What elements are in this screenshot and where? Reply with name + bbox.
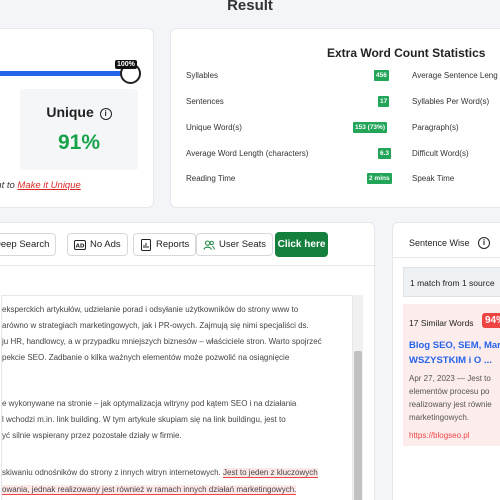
svg-text:AD: AD (76, 243, 85, 249)
match-snippet-line: marketingowych. (409, 413, 470, 422)
match-snippet-line: Apr 27, 2023 — Jest to (409, 374, 491, 383)
unique-score-box: Unique i 91% (20, 89, 138, 170)
match-snippet-line: realizowany jest równie (409, 400, 492, 409)
page-title: Result (227, 0, 273, 14)
make-unique-prefix: ent to (0, 180, 15, 191)
text-segment: skiwaniu odnośników do strony z innych w… (2, 468, 221, 477)
stat-syllables-label: Syllables (186, 71, 219, 80)
text-line: arówno w strategiach marketingowych, jak… (2, 321, 309, 330)
match-percent-badge: 94% (482, 313, 500, 328)
click-here-button[interactable]: Click here (275, 232, 328, 257)
no-ads-label: No Ads (90, 239, 121, 250)
unique-percentage: 91% (57, 131, 101, 154)
stat-syllables-value: 456 (374, 70, 389, 81)
text-line: yć silnie wspierany przez pozostałe dzia… (2, 431, 182, 440)
text-line-highlighted: owania, jednak realizowany jest również … (2, 482, 297, 497)
users-icon (203, 239, 215, 251)
reports-button[interactable]: Reports (133, 233, 197, 256)
user-seats-label: User Seats (219, 239, 266, 250)
match-source-title[interactable]: Blog SEO, SEM, Mark WSZYSTKIM i O ... (409, 338, 500, 368)
sentence-wise-title-text: Sentence Wise (409, 238, 470, 248)
toolbar-divider (0, 265, 376, 266)
text-scrollbar-thumb[interactable] (354, 351, 362, 500)
info-icon[interactable]: i (99, 108, 112, 120)
plagiarism-highlight[interactable]: Jest to jeden z kluczowych (223, 468, 318, 478)
reports-label: Reports (156, 239, 190, 250)
report-icon (140, 238, 152, 251)
match-result-card[interactable]: 17 Similar Words 94% Blog SEO, SEM, Mark… (403, 304, 500, 446)
stat-avg-word-length-value: 6.3 (378, 148, 392, 159)
stat-syllables-per-word-label: Syllables Per Word(s) (412, 97, 490, 106)
match-snippet-line: elementów procesu po (409, 387, 490, 396)
stat-paragraphs-label: Paragraph(s) (412, 123, 459, 132)
stat-reading-time-label: Reading Time (186, 174, 236, 183)
deep-search-button[interactable]: Deep Search (0, 233, 57, 256)
match-snippet: Apr 27, 2023 — Jest to elementów procesu… (409, 372, 492, 424)
unique-label: Unique i (20, 104, 138, 120)
stat-unique-words-label: Unique Word(s) (186, 123, 242, 132)
stat-sentences-value: 17 (378, 96, 390, 107)
info-icon[interactable]: i (478, 237, 491, 249)
uniqueness-card: 100% Unique i 91% ent to Make it Unique (0, 28, 154, 208)
text-line: ju HR, handlowcy, a w przypadku mniejszy… (2, 337, 322, 346)
stats-title: Extra Word Count Statistics (327, 46, 486, 60)
user-seats-button[interactable]: User Seats (196, 233, 273, 256)
match-summary: 1 match from 1 source (403, 267, 500, 297)
similar-words-count: 17 Similar Words (409, 318, 474, 328)
sentence-wise-title: Sentence Wise i (409, 237, 491, 249)
text-line: pekcie SEO. Zadbanie o kilka ważnych ele… (2, 353, 290, 362)
sentence-wise-divider (393, 257, 500, 258)
text-line: eksperckich artykułów, udzielanie porad … (2, 305, 299, 314)
stat-avg-word-length-label: Average Word Length (characters) (186, 149, 309, 158)
match-source-link[interactable]: https://blogseo.pl (409, 431, 469, 440)
content-panel: Deep Search AD No Ads Reports User Seats… (0, 222, 376, 500)
no-ads-button[interactable]: AD No Ads (67, 233, 128, 256)
make-it-unique-link[interactable]: Make it Unique (17, 180, 80, 191)
analyzed-text-area[interactable]: eksperckich artykułów, udzielanie porad … (1, 295, 353, 500)
text-line: e wykonywane na stronie – jak optymaliza… (2, 399, 297, 408)
deep-search-label: Deep Search (0, 239, 50, 250)
extra-word-count-statistics-card: Extra Word Count Statistics Syllables 45… (170, 28, 500, 208)
stat-unique-words-value: 153 (73%) (353, 122, 387, 133)
plagiarism-highlight-prefix[interactable]: owania, (2, 485, 32, 495)
stat-sentences-label: Sentences (186, 97, 224, 106)
ad-block-icon: AD (74, 239, 86, 251)
unique-label-text: Unique (46, 104, 94, 120)
make-unique-line: ent to Make it Unique (0, 180, 81, 191)
stat-reading-time-value: 2 mins (367, 173, 392, 184)
stat-difficult-words-label: Difficult Word(s) (412, 149, 469, 158)
text-line: l wchodzi m.in. link building. W tym art… (2, 415, 286, 424)
text-line-highlighted: skiwaniu odnośników do strony z innych w… (2, 465, 318, 480)
match-source-title-line: WSZYSTKIM i O ... (409, 355, 492, 366)
progress-label: 100% (115, 60, 137, 69)
sentence-wise-panel: Sentence Wise i 1 match from 1 source 17… (392, 222, 500, 500)
match-source-title-line: Blog SEO, SEM, Mark (409, 340, 500, 351)
plagiarism-highlight[interactable]: jednak realizowany jest również w ramach… (31, 485, 297, 495)
stat-speak-time-label: Speak Time (412, 174, 455, 183)
stat-avg-sentence-length-label: Average Sentence Leng (412, 71, 498, 80)
